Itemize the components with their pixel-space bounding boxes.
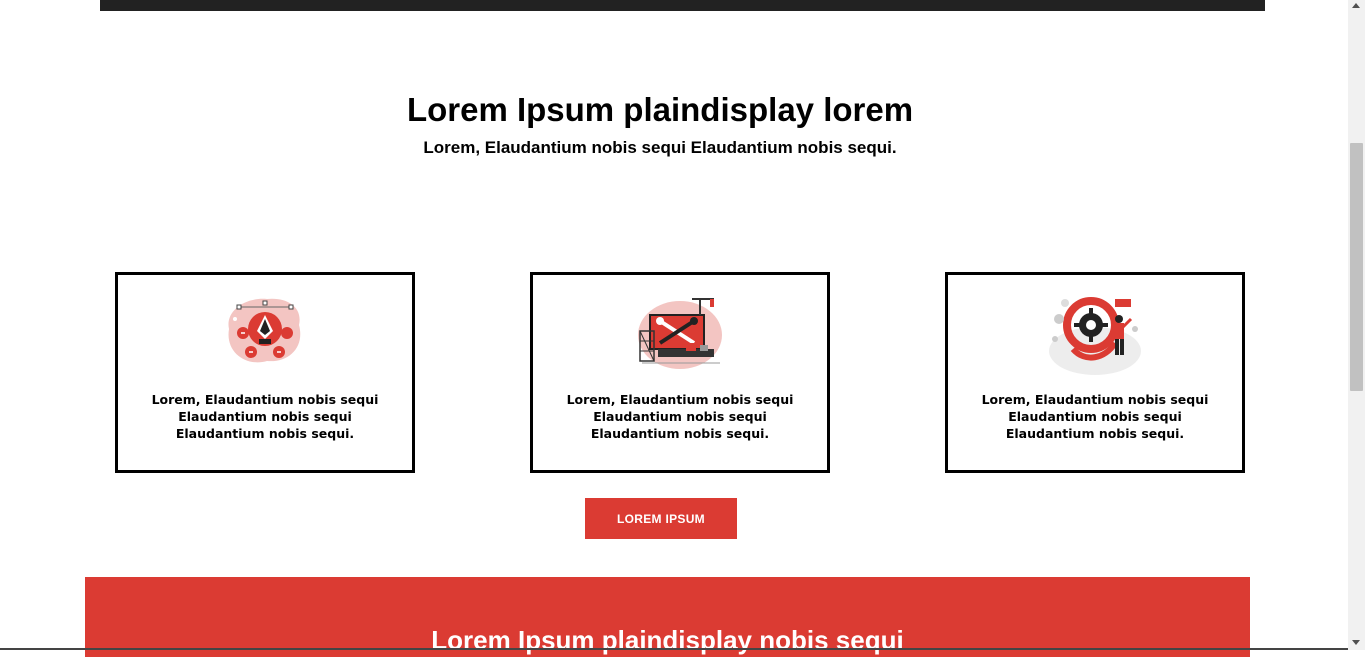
page-title: Lorem Ipsum plaindisplay lorem [406,91,914,128]
feature-card-1: Lorem, Elaudantium nobis sequi Elaudanti… [115,272,415,473]
top-nav-bar [100,0,1265,11]
lorem-ipsum-button[interactable]: LOREM IPSUM [585,498,737,539]
scroll-down-arrow-icon[interactable] [1352,640,1360,645]
pen-tool-illustration-icon [228,298,301,363]
tools-construction-illustration-icon [638,298,722,369]
section-title: Lorem Ipsum plaindisplay nobis sequi [431,625,904,655]
vertical-scrollbar[interactable] [1348,0,1365,650]
card-description: Lorem, Elaudantium nobis sequi Elaudanti… [981,392,1209,441]
feature-card-2: Lorem, Elaudantium nobis sequi Elaudanti… [530,272,830,473]
page-subtitle: Lorem, Elaudantium nobis sequi Elaudanti… [423,138,897,157]
gear-settings-illustration-icon [1049,297,1141,375]
red-banner-section: Lorem Ipsum plaindisplay nobis sequi [85,577,1250,657]
scroll-up-arrow-icon[interactable] [1352,3,1360,8]
card-description: Lorem, Elaudantium nobis sequi Elaudanti… [151,392,379,441]
feature-card-3: Lorem, Elaudantium nobis sequi Elaudanti… [945,272,1245,473]
scrollbar-thumb[interactable] [1350,143,1363,391]
card-description: Lorem, Elaudantium nobis sequi Elaudanti… [566,392,794,441]
